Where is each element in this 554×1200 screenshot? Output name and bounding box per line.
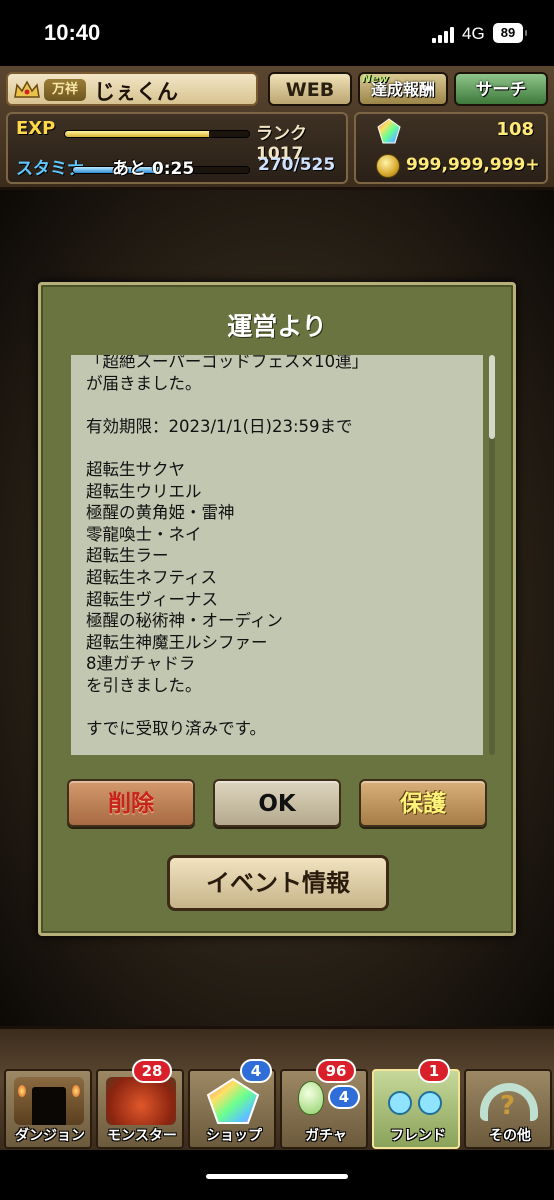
nav-gacha[interactable]: 96 4 ガチャ: [280, 1059, 368, 1149]
magic-stone-icon: [376, 118, 402, 144]
dialog-title: 運営より: [227, 312, 327, 341]
home-indicator[interactable]: [206, 1174, 348, 1179]
resources-panel[interactable]: 108 999,999,999+: [354, 112, 548, 184]
exp-bar-fill: [65, 131, 209, 137]
nav-shop-label: ショップ: [206, 1128, 262, 1144]
message-scrollbar-thumb[interactable]: [489, 355, 495, 439]
gacha-count-badge-2: 4: [328, 1085, 360, 1109]
nav-gacha-label: ガチャ: [305, 1128, 347, 1144]
nav-dungeon[interactable]: ダンジョン: [4, 1069, 92, 1149]
stamina-timer: あと 0:25: [112, 159, 195, 179]
message-dialog: 運営より 「超絶スーパーゴッドフェス×10連」 が届きました。 有効期限：202…: [38, 282, 516, 936]
shop-count-badge: 4: [240, 1059, 272, 1083]
nav-friend-label: フレンド: [390, 1128, 446, 1144]
bottom-nav: ダンジョン 28 モンスター 4 ショップ 96 4 ガチャ 1 フレンド ?: [0, 1026, 554, 1150]
new-badge: New: [362, 72, 389, 85]
battery-icon: 89: [493, 23, 527, 43]
friends-icon: [382, 1077, 452, 1125]
search-button[interactable]: サーチ: [454, 72, 548, 106]
coin-icon: [376, 154, 400, 178]
protect-button[interactable]: 保護: [359, 779, 487, 827]
exp-bar: [64, 130, 250, 138]
message-scrollbar[interactable]: [489, 355, 495, 755]
exp-label: EXP: [16, 118, 56, 139]
stamina-count: 270/525: [258, 155, 336, 175]
event-info-button[interactable]: イベント情報: [167, 855, 389, 911]
nav-dungeon-label: ダンジョン: [15, 1128, 85, 1144]
status-time: 10:40: [44, 20, 101, 45]
nav-monster-label: モンスター: [107, 1128, 177, 1144]
nav-monster[interactable]: 28 モンスター: [96, 1059, 184, 1149]
monster-dragon-icon: [106, 1077, 176, 1125]
game-header: 万祥 じぇくん WEB New 達成報酬 サーチ EXP ランク1017 スタミ…: [0, 66, 554, 190]
nav-friend[interactable]: 1 フレンド: [372, 1059, 460, 1149]
coin-count: 999,999,999+: [406, 155, 540, 175]
nav-other[interactable]: ? その他: [464, 1069, 552, 1149]
ok-button[interactable]: OK: [213, 779, 341, 827]
dungeon-gate-icon: [14, 1077, 84, 1125]
monster-count-badge: 28: [132, 1059, 172, 1083]
status-bar: 10:40 4G 89: [0, 0, 554, 66]
title-badge: 万祥: [44, 79, 86, 101]
player-name: じぇくん: [94, 80, 178, 104]
achievements-button[interactable]: New 達成報酬: [358, 72, 448, 106]
magic-stone-icon: [198, 1077, 268, 1125]
player-name-plate[interactable]: 万祥 じぇくん: [6, 72, 258, 106]
player-stats-panel: EXP ランク1017 スタミナ あと 0:25 270/525: [6, 112, 348, 184]
crown-icon: [14, 80, 40, 100]
nav-shop[interactable]: 4 ショップ: [188, 1059, 276, 1149]
network-type: 4G: [462, 24, 485, 43]
question-arch-icon: ?: [474, 1077, 544, 1125]
nav-other-label: その他: [489, 1128, 531, 1144]
friend-count-badge: 1: [418, 1059, 450, 1083]
delete-button[interactable]: 削除: [67, 779, 195, 827]
web-button[interactable]: WEB: [268, 72, 352, 106]
message-text: 「超絶スーパーゴッドフェス×10連」 が届きました。 有効期限：2023/1/1…: [86, 355, 369, 739]
gacha-count-badge: 96: [316, 1059, 356, 1083]
magic-stone-count: 108: [496, 119, 534, 140]
message-box[interactable]: 「超絶スーパーゴッドフェス×10連」 が届きました。 有効期限：2023/1/1…: [71, 355, 483, 755]
home-bar: [0, 1150, 554, 1200]
signal-icon: [432, 27, 458, 43]
